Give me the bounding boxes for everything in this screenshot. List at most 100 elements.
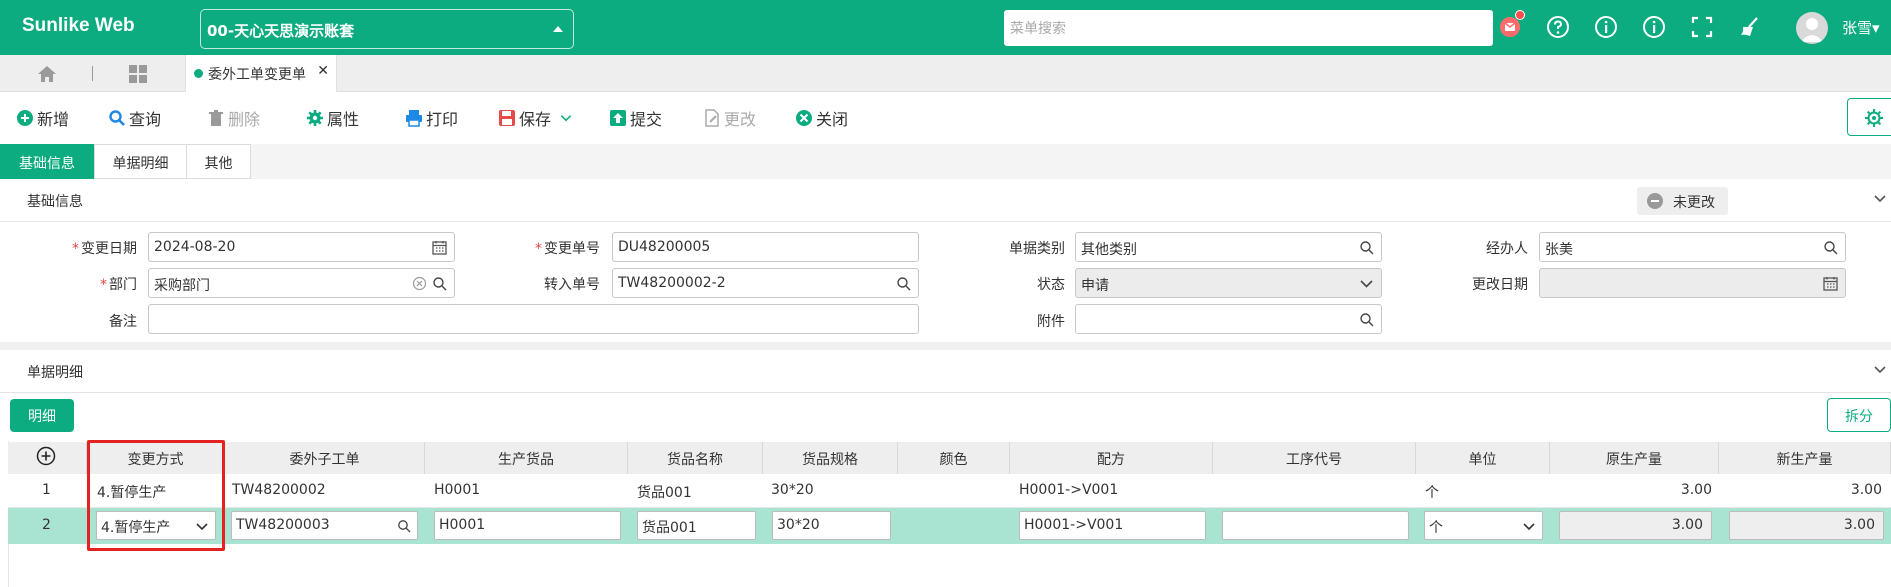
close-button[interactable]: 关闭 xyxy=(795,107,848,129)
tab-document-detail[interactable]: 单据明细 xyxy=(94,144,187,179)
product-input[interactable]: H0001 xyxy=(434,511,621,540)
user-name: 张雪 xyxy=(1842,19,1873,37)
status-select[interactable]: 申请 xyxy=(1075,268,1382,298)
col-formula[interactable]: 配方 xyxy=(1010,442,1213,474)
search-icon[interactable] xyxy=(432,276,447,291)
search-icon[interactable] xyxy=(1359,312,1374,327)
add-button[interactable]: 新增 xyxy=(16,107,69,129)
sub-order-input[interactable]: TW48200003 xyxy=(231,511,418,540)
transfer-no-field[interactable]: TW48200002-2 xyxy=(612,268,919,298)
col-sub-order[interactable]: 委外子工单 xyxy=(225,442,425,474)
unit-select[interactable]: 个 xyxy=(1424,511,1543,540)
home-icon[interactable] xyxy=(36,64,58,84)
account-name: 00-天心天思演示账套 xyxy=(207,22,355,40)
spec-value: 30*20 xyxy=(777,517,820,533)
col-unit[interactable]: 单位 xyxy=(1416,442,1550,474)
search-icon[interactable] xyxy=(1823,240,1838,255)
cell-unit[interactable]: 个 xyxy=(1425,482,1439,502)
query-label: 查询 xyxy=(129,110,162,129)
active-tab-dot xyxy=(194,69,203,78)
notification-badge xyxy=(1515,10,1525,20)
doc-type-label: 单据类别 xyxy=(1009,241,1065,257)
clear-cache-icon[interactable] xyxy=(1737,14,1763,40)
delete-button[interactable]: 删除 xyxy=(207,107,260,129)
change-no-field[interactable]: DU48200005 xyxy=(612,232,919,262)
cell-product-name[interactable]: 货品001 xyxy=(637,482,692,502)
dept-field[interactable]: 采购部门 xyxy=(148,268,455,298)
status-label: 状态 xyxy=(1037,277,1065,293)
chevron-down-icon[interactable] xyxy=(559,111,573,125)
detail-button[interactable]: 明细 xyxy=(10,399,74,432)
close-tab-icon[interactable]: ✕ xyxy=(317,63,329,79)
col-process[interactable]: 工序代号 xyxy=(1213,442,1416,474)
attachment-label: 附件 xyxy=(1037,314,1065,330)
add-row-icon[interactable] xyxy=(36,446,56,466)
cell-formula[interactable]: H0001->V001 xyxy=(1019,482,1118,498)
property-button[interactable]: 属性 xyxy=(306,107,359,129)
save-button[interactable]: 保存 xyxy=(498,107,576,129)
tab-other[interactable]: 其他 xyxy=(186,144,251,179)
attachment-field[interactable] xyxy=(1075,304,1382,334)
cell-new-qty[interactable]: 3.00 xyxy=(1730,482,1882,498)
trash-icon xyxy=(209,110,223,126)
collapse-chevron-icon[interactable] xyxy=(1874,366,1886,374)
col-new-qty[interactable]: 新生产量 xyxy=(1719,442,1891,474)
change-date-field[interactable]: 2024-08-20 xyxy=(148,232,455,262)
top-header: Sunlike Web 00-天心天思演示账套 菜单搜索 张雪▾ xyxy=(0,0,1891,55)
transfer-no-label: 转入单号 xyxy=(544,277,600,293)
help-icon[interactable] xyxy=(1545,14,1571,40)
collapse-chevron-icon[interactable] xyxy=(1874,195,1886,203)
formula-input[interactable]: H0001->V001 xyxy=(1019,511,1206,540)
upload-icon xyxy=(610,110,626,126)
cell-product[interactable]: H0001 xyxy=(434,482,480,498)
col-color[interactable]: 颜色 xyxy=(898,442,1010,474)
split-button[interactable]: 拆分 xyxy=(1827,398,1891,432)
modify-button[interactable]: 更改 xyxy=(703,107,756,129)
search-icon[interactable] xyxy=(1359,240,1374,255)
calendar-icon[interactable] xyxy=(432,240,447,255)
search-icon[interactable] xyxy=(896,276,911,291)
transfer-no-value: TW48200002-2 xyxy=(618,275,726,291)
submit-button[interactable]: 提交 xyxy=(609,107,662,129)
page-settings-button[interactable] xyxy=(1847,98,1891,136)
process-input[interactable] xyxy=(1222,511,1409,540)
change-date-label: * 变更日期 xyxy=(72,241,137,257)
cell-orig-qty[interactable]: 3.00 xyxy=(1560,482,1712,498)
col-product-name[interactable]: 货品名称 xyxy=(628,442,763,474)
row-number: 1 xyxy=(42,482,51,498)
print-button[interactable]: 打印 xyxy=(405,107,458,129)
col-orig-qty[interactable]: 原生产量 xyxy=(1550,442,1719,474)
cell-sub-order[interactable]: TW48200002 xyxy=(232,482,326,498)
change-date-value: 2024-08-20 xyxy=(154,239,236,255)
basic-info-header[interactable]: 基础信息 未更改 xyxy=(0,179,1891,222)
account-selector[interactable]: 00-天心天思演示账套 xyxy=(200,9,574,49)
search-icon[interactable] xyxy=(397,519,411,533)
user-menu[interactable]: 张雪▾ xyxy=(1842,17,1880,38)
clear-icon[interactable] xyxy=(412,276,427,291)
tab-basic-info[interactable]: 基础信息 xyxy=(0,144,94,179)
col-product[interactable]: 生产货品 xyxy=(425,442,628,474)
detail-header[interactable]: 单据明细 xyxy=(0,350,1891,393)
new-qty-input[interactable]: 3.00 xyxy=(1729,511,1884,540)
menu-search-input[interactable]: 菜单搜索 xyxy=(1004,10,1493,46)
about-icon[interactable] xyxy=(1641,14,1667,40)
save-label: 保存 xyxy=(519,110,552,129)
fullscreen-icon[interactable] xyxy=(1689,14,1715,40)
info-icon[interactable] xyxy=(1593,14,1619,40)
avatar[interactable] xyxy=(1796,12,1828,44)
dept-label: * 部门 xyxy=(100,277,137,293)
cell-spec[interactable]: 30*20 xyxy=(771,482,814,498)
doc-type-field[interactable]: 其他类别 xyxy=(1075,232,1382,262)
edit-icon xyxy=(705,109,719,127)
doc-type-value: 其他类别 xyxy=(1081,242,1137,258)
notification-icon[interactable] xyxy=(1497,10,1525,40)
tab-outsourcing-change-order[interactable]: 委外工单变更单 ✕ xyxy=(185,55,337,92)
handler-field[interactable]: 张美 xyxy=(1539,232,1846,262)
remark-field[interactable] xyxy=(148,304,919,334)
col-spec[interactable]: 货品规格 xyxy=(763,442,898,474)
grid-menu-icon[interactable] xyxy=(128,64,148,84)
product-name-input[interactable]: 货品001 xyxy=(637,511,756,540)
printer-icon xyxy=(406,110,422,127)
query-button[interactable]: 查询 xyxy=(108,107,161,129)
spec-input[interactable]: 30*20 xyxy=(772,511,891,540)
